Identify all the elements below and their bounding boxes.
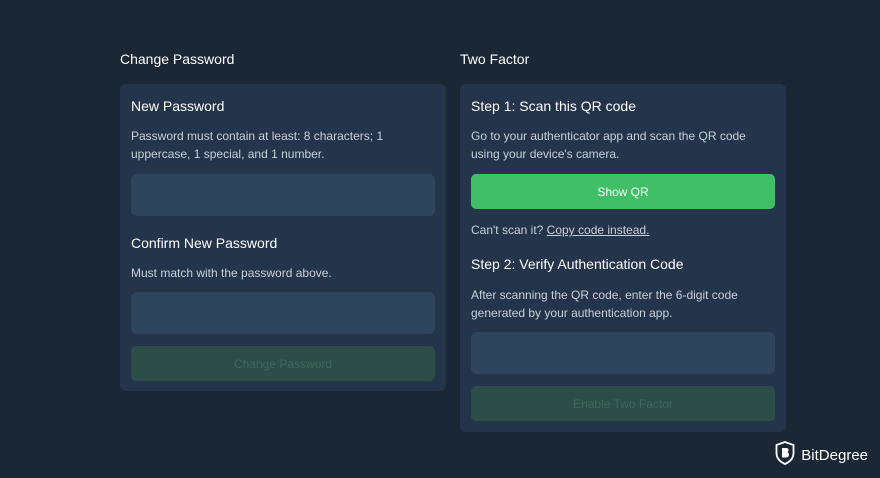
confirm-password-heading: Confirm New Password: [131, 235, 278, 251]
enable-two-factor-button[interactable]: Enable Two Factor: [471, 386, 775, 421]
two-factor-section-title: Two Factor: [460, 51, 530, 67]
change-password-button[interactable]: Change Password: [131, 346, 435, 381]
show-qr-button[interactable]: Show QR: [471, 174, 775, 209]
bitdegree-shield-logo-icon: [775, 441, 795, 470]
change-password-card: New Password Password must contain at le…: [120, 84, 446, 391]
bitdegree-watermark: BitDegree: [775, 441, 868, 470]
cant-scan-line: Can't scan it? Copy code instead.: [471, 223, 649, 237]
step1-heading: Step 1: Scan this QR code: [471, 98, 636, 114]
confirm-password-input[interactable]: [131, 292, 435, 334]
new-password-input[interactable]: [131, 174, 435, 216]
two-factor-card: Step 1: Scan this QR code Go to your aut…: [460, 84, 786, 432]
confirm-password-description: Must match with the password above.: [131, 266, 332, 280]
new-password-heading: New Password: [131, 98, 225, 114]
copy-code-link[interactable]: Copy code instead.: [547, 223, 650, 237]
new-password-description: Password must contain at least: 8 charac…: [131, 129, 384, 161]
bitdegree-brand-name: BitDegree: [801, 447, 868, 464]
cant-scan-text: Can't scan it?: [471, 223, 544, 237]
step1-description: Go to your authenticator app and scan th…: [471, 129, 746, 161]
auth-code-input[interactable]: [471, 332, 775, 374]
step2-description: After scanning the QR code, enter the 6-…: [471, 288, 738, 320]
step2-heading: Step 2: Verify Authentication Code: [471, 256, 684, 272]
change-password-section-title: Change Password: [120, 51, 235, 67]
